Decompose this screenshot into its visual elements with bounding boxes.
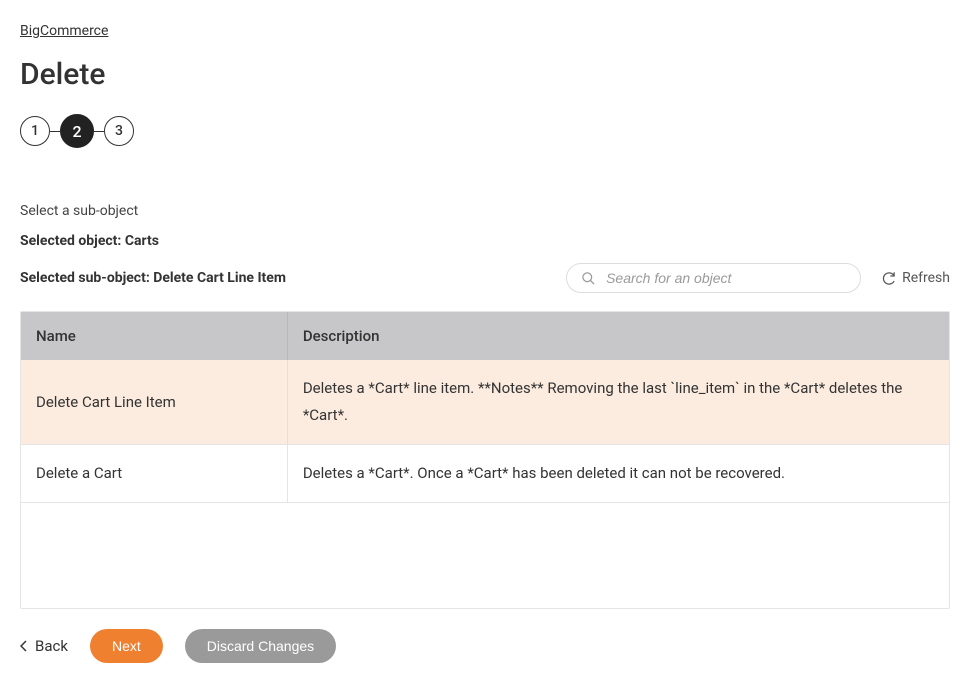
table-row[interactable]: Delete a Cart Deletes a *Cart*. Once a *… bbox=[21, 445, 949, 503]
back-label: Back bbox=[35, 637, 68, 655]
row-description: Deletes a *Cart*. Once a *Cart* has been… bbox=[287, 445, 949, 503]
column-header-description: Description bbox=[287, 312, 949, 360]
refresh-icon bbox=[881, 271, 896, 286]
row-name: Delete Cart Line Item bbox=[21, 360, 287, 445]
chevron-left-icon bbox=[20, 640, 28, 652]
search-input[interactable] bbox=[606, 270, 846, 286]
step-3[interactable]: 3 bbox=[104, 116, 134, 146]
step-connector bbox=[50, 131, 60, 132]
breadcrumb[interactable]: BigCommerce bbox=[20, 23, 108, 39]
refresh-button[interactable]: Refresh bbox=[881, 270, 950, 286]
step-1[interactable]: 1 bbox=[20, 116, 50, 146]
search-box[interactable] bbox=[566, 263, 861, 293]
footer-buttons: Back Next Discard Changes bbox=[20, 629, 950, 663]
row-name: Delete a Cart bbox=[21, 445, 287, 503]
discard-button[interactable]: Discard Changes bbox=[185, 629, 336, 663]
stepper: 1 2 3 bbox=[20, 114, 950, 148]
info-line: Select a sub-object bbox=[20, 203, 950, 219]
object-table: Name Description Delete Cart Line Item D… bbox=[20, 311, 950, 609]
selected-object-label: Selected object: Carts bbox=[20, 233, 950, 249]
step-connector bbox=[94, 131, 104, 132]
column-header-name: Name bbox=[21, 312, 287, 360]
step-2[interactable]: 2 bbox=[60, 114, 94, 148]
refresh-label: Refresh bbox=[902, 270, 950, 286]
selected-subobject-label: Selected sub-object: Delete Cart Line It… bbox=[20, 270, 286, 286]
table-row[interactable]: Delete Cart Line Item Deletes a *Cart* l… bbox=[21, 360, 949, 445]
back-button[interactable]: Back bbox=[20, 637, 68, 655]
page-title: Delete bbox=[20, 57, 950, 92]
search-icon bbox=[581, 271, 596, 286]
next-button[interactable]: Next bbox=[90, 629, 163, 663]
row-description: Deletes a *Cart* line item. **Notes** Re… bbox=[287, 360, 949, 445]
